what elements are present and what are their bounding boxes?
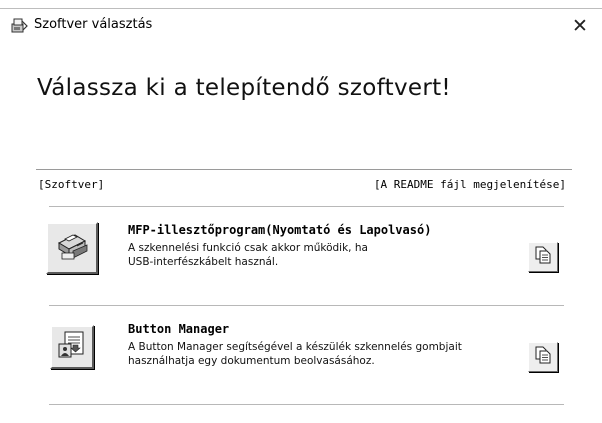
window-title: Szoftver választás — [34, 17, 153, 32]
button-manager-icon — [56, 329, 88, 365]
button-manager-install-button[interactable] — [50, 325, 94, 369]
button-manager-title: Button Manager — [128, 322, 230, 336]
row-divider-bottom — [49, 404, 564, 405]
row-divider-middle — [49, 305, 564, 306]
row-divider-top — [49, 206, 564, 207]
mfp-driver-title: MFP-illesztőprogram(Nyomtató és Lapolvas… — [128, 223, 432, 237]
section-divider — [36, 169, 572, 170]
mfp-driver-install-button[interactable] — [46, 222, 98, 274]
readme-column-header: [A README fájl megjelenítése] — [373, 178, 566, 191]
title-bar[interactable]: Szoftver választás ✕ — [0, 9, 602, 42]
software-column-header: [Szoftver] — [38, 178, 105, 191]
mfp-driver-desc-line2: USB-interfészkábelt használ. — [128, 256, 279, 268]
button-manager-desc-line2: használhatja egy dokumentum beolvasásáho… — [128, 355, 375, 367]
close-icon[interactable]: ✕ — [572, 15, 588, 37]
document-copy-icon — [534, 345, 552, 369]
page-heading: Válassza ki a telepítendő szoftvert! — [37, 75, 451, 101]
button-manager-desc-line1: A Button Manager segítségével a készülék… — [128, 341, 462, 353]
software-selection-window: Szoftver választás ✕ Válassza ki a telep… — [0, 0, 602, 423]
close-button[interactable]: ✕ — [558, 9, 602, 42]
printer-scanner-icon — [53, 227, 91, 269]
mfp-driver-readme-button[interactable] — [528, 242, 558, 272]
software-install-icon — [11, 17, 28, 34]
mfp-driver-desc-line1: A szkennelési funkció csak akkor működik… — [128, 242, 368, 254]
window-top-edge — [0, 0, 602, 9]
button-manager-readme-button[interactable] — [528, 342, 558, 372]
document-copy-icon — [534, 245, 552, 269]
